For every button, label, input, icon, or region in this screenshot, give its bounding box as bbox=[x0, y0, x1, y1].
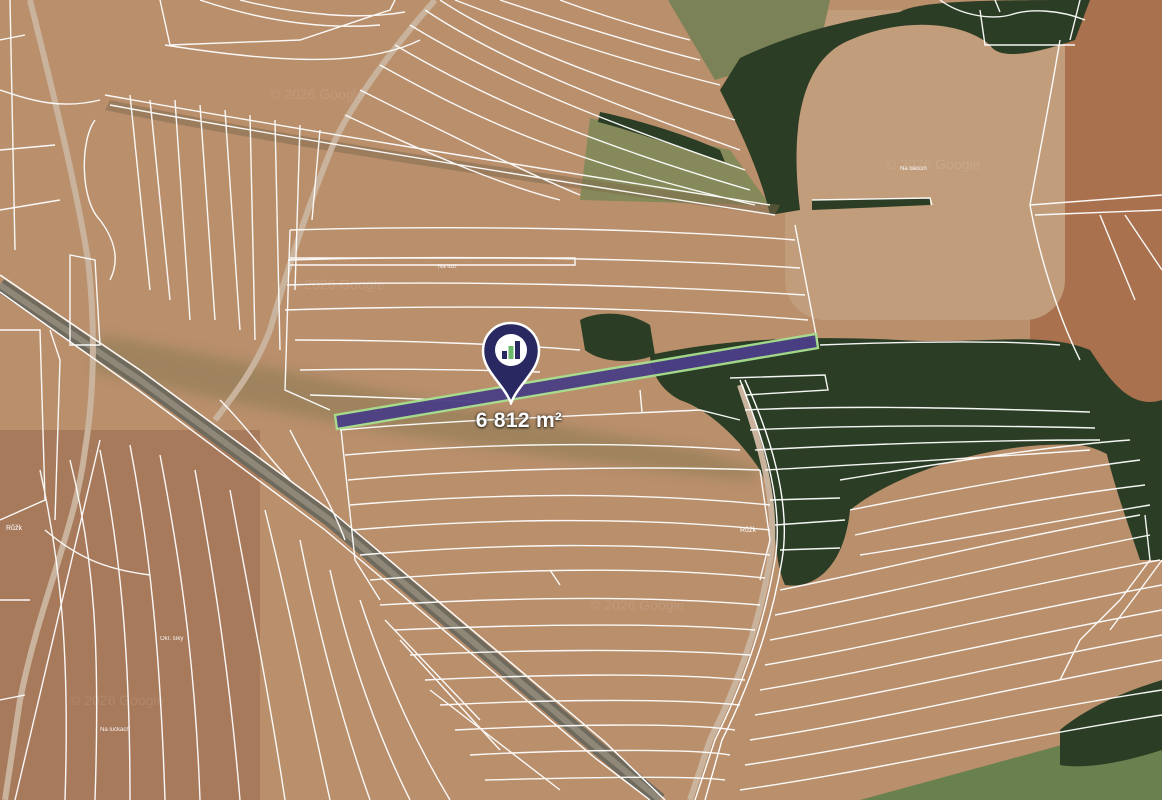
place-label-ruzk-center: Růžk bbox=[740, 527, 756, 534]
map-watermark: © 2026 Google bbox=[270, 86, 365, 102]
place-label-na-luzk: Na luží bbox=[438, 264, 457, 270]
map-watermark: © 2026 Google bbox=[70, 692, 165, 708]
satellite-map[interactable] bbox=[0, 0, 1162, 800]
map-watermark: © 2026 Google bbox=[590, 597, 685, 613]
place-label-ruzk-left: Růžk bbox=[6, 525, 22, 532]
map-watermark: © 2026 Google bbox=[886, 156, 981, 172]
place-label-okrajni: Okr. šíky bbox=[160, 636, 184, 642]
map-pin-with-bar-chart-icon bbox=[481, 321, 541, 407]
parcel-area-label: 6 812 m² bbox=[475, 409, 563, 432]
parcel-marker-pin[interactable] bbox=[481, 321, 541, 407]
place-label-na-lucki: Na lučkách bbox=[100, 727, 130, 733]
map-watermark: © 2026 Google bbox=[290, 276, 385, 292]
